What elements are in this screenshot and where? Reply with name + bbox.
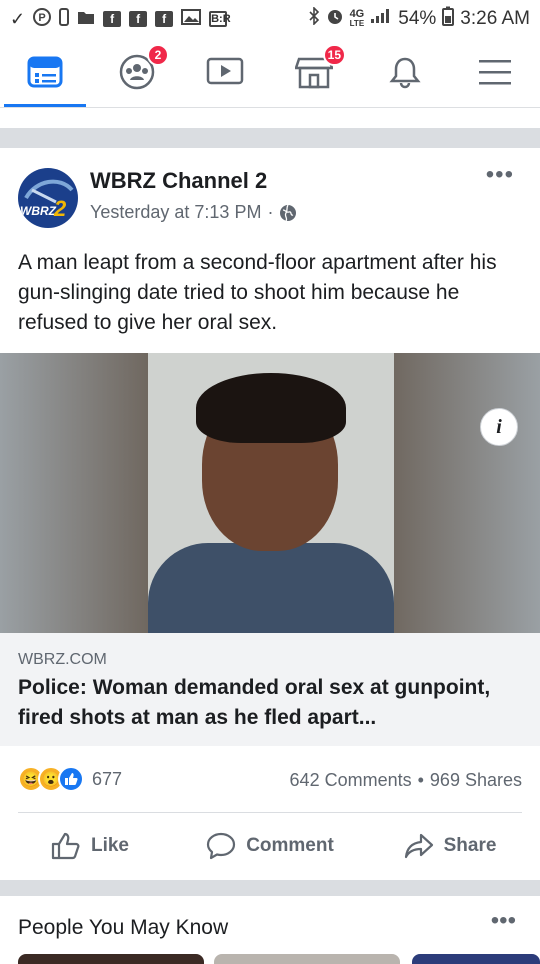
battery-icon: [442, 6, 455, 32]
post-meta: Yesterday at 7:13 PM ·: [90, 202, 297, 223]
status-bar: ✓ P f f f B:R 4G LTE 54% 3:26 AM: [0, 0, 540, 38]
link-preview-image[interactable]: [0, 353, 540, 633]
share-icon: [404, 833, 433, 859]
avatar-channel-number: 2: [54, 196, 67, 221]
wbrz-logo-icon: [24, 179, 74, 204]
hamburger-menu-icon: [479, 60, 511, 85]
globe-icon: [280, 204, 297, 221]
suggestion-card[interactable]: [214, 954, 400, 964]
svg-text:P: P: [38, 12, 45, 24]
tab-news-feed[interactable]: [23, 50, 67, 94]
section-options-button[interactable]: •••: [491, 909, 516, 933]
bell-icon: [389, 57, 421, 89]
facebook-icon: f: [129, 11, 148, 27]
engagement-counts: 642 Comments • 969 Shares: [290, 770, 522, 791]
photo-hair: [196, 373, 346, 443]
link-domain: WBRZ.COM: [18, 651, 107, 668]
battery-percent: 54%: [398, 8, 437, 29]
bluetooth-icon: [308, 6, 320, 31]
post-options-button[interactable]: •••: [486, 163, 514, 187]
comment-button[interactable]: Comment: [180, 820, 360, 872]
phone-icon: [59, 7, 70, 31]
facebook-icon: f: [103, 11, 122, 27]
network-type: 4G LTE: [349, 8, 365, 29]
br-icon: B:R: [209, 11, 231, 27]
feed-spacer: [0, 108, 540, 128]
suggestion-card[interactable]: [412, 954, 540, 964]
meta-separator: ·: [267, 202, 274, 222]
photo-shirt: [148, 543, 394, 633]
share-button[interactable]: Share: [360, 820, 540, 872]
comment-label: Comment: [246, 835, 334, 856]
alarm-icon: [326, 7, 344, 31]
tab-marketplace[interactable]: 15: [292, 44, 346, 94]
comment-icon: [207, 832, 236, 860]
comment-count[interactable]: 642 Comments: [290, 770, 412, 791]
like-reaction-icon: [58, 766, 84, 792]
like-button[interactable]: Like: [0, 820, 180, 872]
share-count[interactable]: 969 Shares: [430, 770, 522, 791]
mugshot-photo: [148, 353, 394, 633]
news-feed-post: WBRZ 2 WBRZ Channel 2 Yesterday at 7:13 …: [0, 148, 540, 880]
section-title: People You May Know: [18, 916, 229, 939]
people-you-may-know-section: People You May Know •••: [0, 896, 540, 964]
avatar-station-label: WBRZ: [20, 204, 56, 218]
facebook-icon: f: [155, 11, 174, 27]
watch-icon: [206, 57, 244, 85]
active-tab-indicator: [4, 104, 86, 107]
info-icon[interactable]: i: [480, 408, 518, 446]
check-icon: ✓: [10, 8, 26, 29]
reactions-summary[interactable]: 😆 😮 677: [18, 766, 122, 792]
clock-time: 3:26 AM: [460, 8, 530, 29]
count-separator: •: [417, 770, 424, 790]
post-text: A man leapt from a second-floor apartmen…: [18, 251, 497, 334]
image-blur-left: [0, 353, 150, 633]
image-blur-right: [390, 353, 540, 633]
facebook-tab-bar: 2 15: [0, 38, 540, 108]
page-avatar[interactable]: WBRZ 2: [18, 168, 78, 228]
feed-divider: [0, 128, 540, 148]
pinterest-icon: P: [33, 7, 52, 31]
tab-notifications[interactable]: [383, 50, 427, 94]
page-name[interactable]: WBRZ Channel 2: [90, 168, 267, 194]
marketplace-badge: 15: [322, 44, 346, 66]
status-right-icons: 4G LTE 54% 3:26 AM: [308, 6, 530, 32]
status-left-icons: ✓ P f f f B:R: [10, 7, 231, 31]
gallery-icon: [181, 8, 202, 30]
news-feed-icon: [27, 56, 63, 88]
link-preview-caption[interactable]: WBRZ.COM Police: Woman demanded oral sex…: [0, 633, 540, 746]
tab-groups[interactable]: 2: [115, 44, 169, 94]
groups-badge: 2: [147, 44, 169, 66]
action-divider: [18, 812, 522, 813]
thumbs-up-icon: [51, 832, 80, 860]
post-actions: Like Comment Share: [0, 820, 540, 872]
like-label: Like: [90, 835, 130, 856]
share-label: Share: [443, 835, 497, 856]
suggestion-card[interactable]: [18, 954, 204, 964]
tab-watch[interactable]: [203, 50, 247, 94]
reaction-count: 677: [92, 768, 123, 789]
link-title: Police: Woman demanded oral sex at gunpo…: [18, 676, 491, 729]
folder-icon: [77, 9, 95, 30]
tab-menu[interactable]: [473, 50, 517, 94]
post-timestamp[interactable]: Yesterday at 7:13 PM: [90, 202, 261, 223]
feed-divider-bottom: [0, 880, 540, 896]
signal-icon: [370, 8, 392, 30]
